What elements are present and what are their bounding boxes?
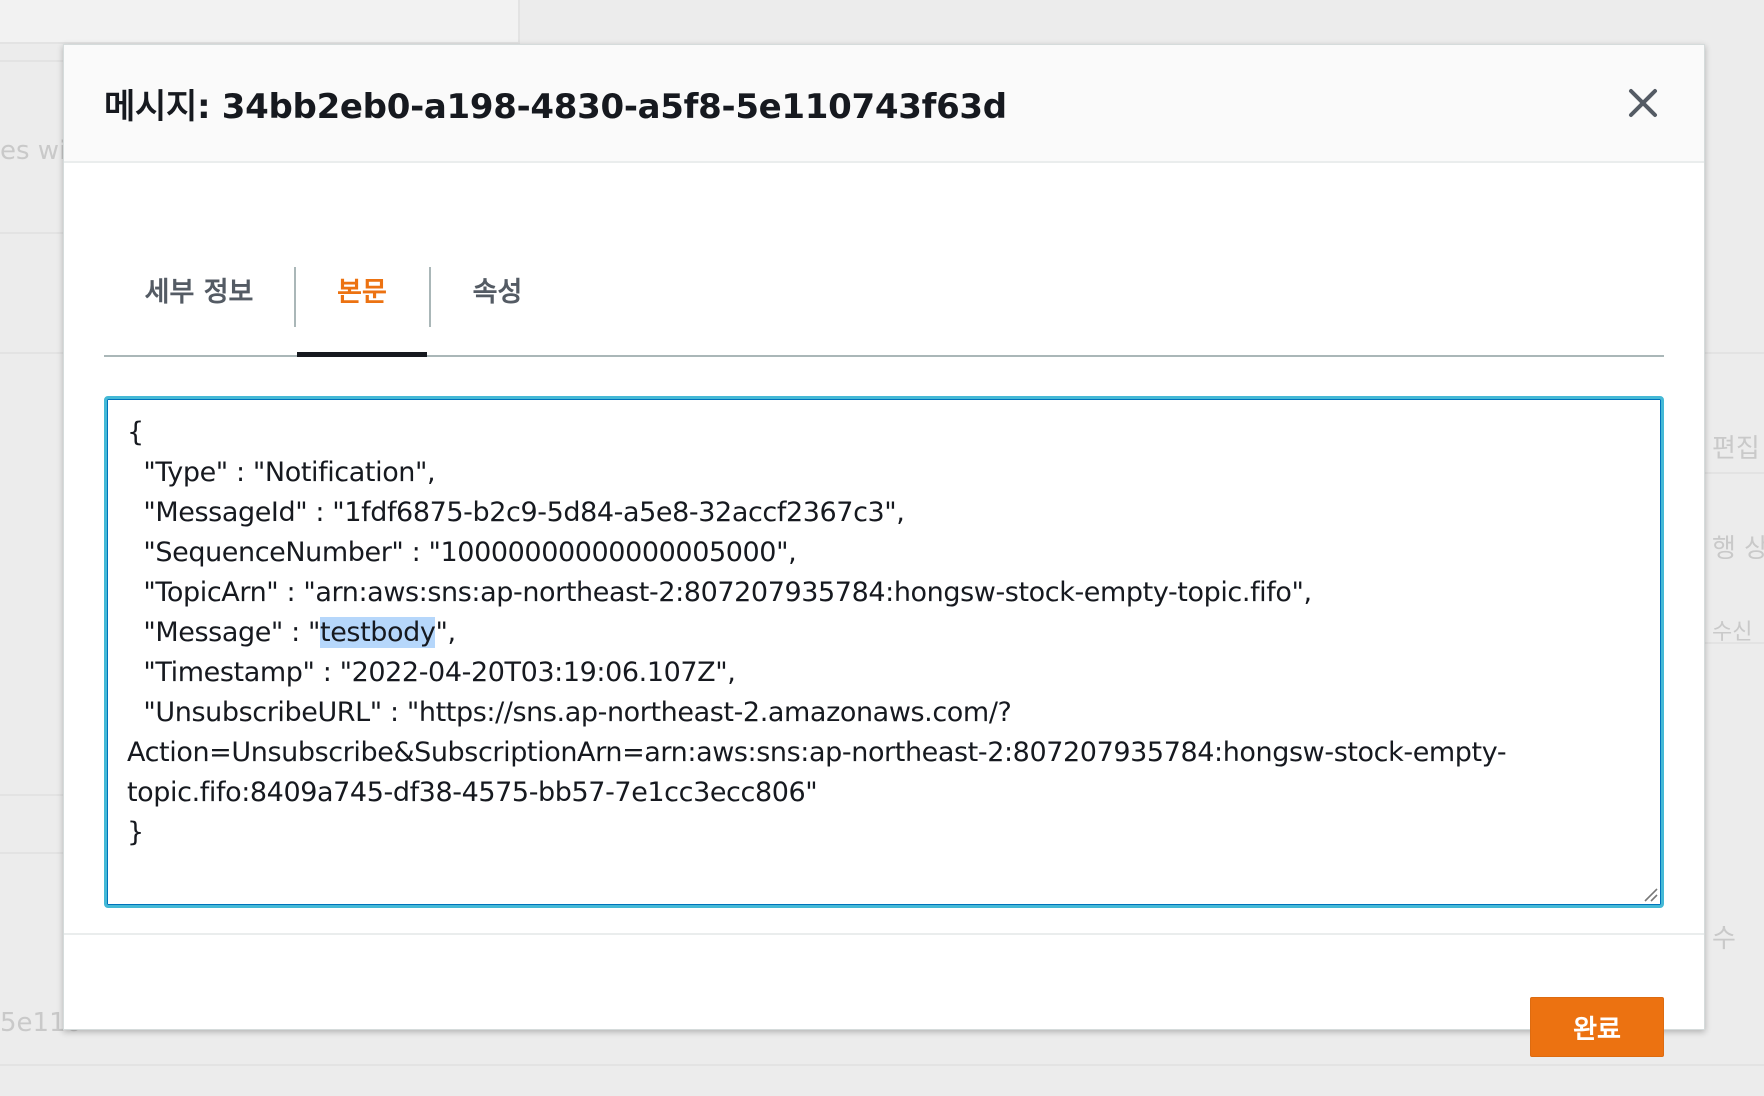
message-modal: 메시지: 34bb2eb0-a198-4830-a5f8-5e110743f63…: [63, 44, 1705, 1057]
message-suffix: ",: [435, 617, 456, 648]
modal-footer: 완료: [64, 933, 1704, 1057]
tab-list: 세부 정보 본문 속성: [104, 223, 1664, 357]
body-line: "MessageId" : "1fdf6875-b2c9-5d84-a5e8-3…: [127, 497, 905, 528]
body-line: {: [127, 417, 144, 448]
background-text: 편집: [1712, 434, 1760, 464]
background-text: 행 상: [1712, 534, 1764, 564]
modal-title: 메시지: 34bb2eb0-a198-4830-a5f8-5e110743f63…: [104, 87, 1007, 127]
body-line: Action=Unsubscribe&SubscriptionArn=arn:a…: [127, 737, 1507, 768]
tab-body-label: 본문: [337, 276, 387, 308]
body-line: "Timestamp" : "2022-04-20T03:19:06.107Z"…: [127, 657, 736, 688]
body-line: }: [127, 817, 144, 848]
background-divider: [0, 352, 63, 354]
background-divider: [0, 1064, 1764, 1066]
background-divider: [1705, 642, 1764, 644]
tab-details[interactable]: 세부 정보: [104, 223, 294, 355]
tab-divider: [294, 267, 296, 327]
tab-body[interactable]: 본문: [297, 223, 427, 357]
background-text: 수: [1712, 924, 1736, 954]
message-body-textarea[interactable]: { "Type" : "Notification", "MessageId" :…: [104, 396, 1664, 908]
message-key: "Message" : ": [127, 617, 321, 648]
background-divider: [0, 60, 63, 62]
background-divider: [0, 232, 63, 234]
selected-text: testbody: [320, 617, 436, 648]
body-line: topic.fifo:8409a745-df38-4575-bb57-7e1cc…: [127, 777, 818, 808]
background-divider: [0, 794, 63, 796]
done-button[interactable]: 완료: [1530, 997, 1664, 1057]
body-line: "TopicArn" : "arn:aws:sns:ap-northeast-2…: [127, 577, 1312, 608]
body-line: "UnsubscribeURL" : "https://sns.ap-north…: [127, 697, 1012, 728]
body-line: "SequenceNumber" : "10000000000000005000…: [127, 537, 797, 568]
body-line: "Type" : "Notification",: [127, 457, 436, 488]
background-card: [0, 0, 520, 44]
background-divider: [1705, 472, 1764, 474]
resize-handle-icon[interactable]: [1641, 885, 1659, 903]
background-divider: [0, 852, 63, 854]
background-divider: [1705, 352, 1764, 354]
active-tab-indicator: [297, 352, 427, 357]
close-icon: [1629, 89, 1657, 117]
modal-header: 메시지: 34bb2eb0-a198-4830-a5f8-5e110743f63…: [64, 45, 1704, 163]
close-button[interactable]: [1622, 82, 1664, 124]
tab-attributes[interactable]: 속성: [431, 223, 564, 355]
body-line-message: "Message" : "testbody",: [127, 613, 1641, 653]
